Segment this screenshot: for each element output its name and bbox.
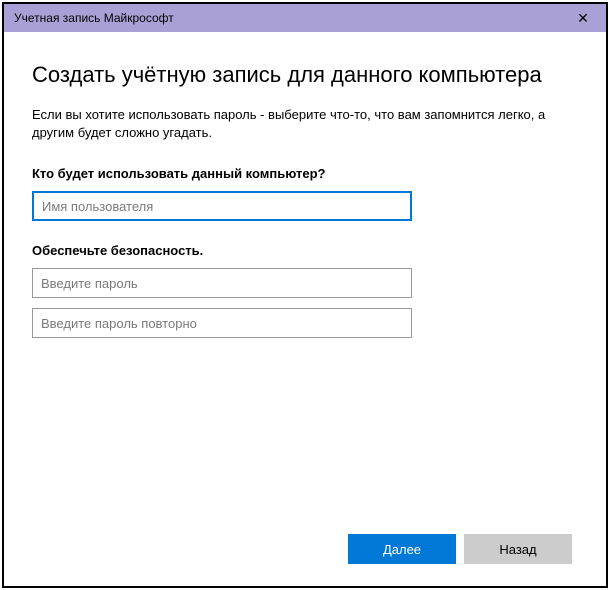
button-row: Далее Назад <box>32 534 578 564</box>
page-title: Создать учётную запись для данного компь… <box>32 62 578 88</box>
next-button[interactable]: Далее <box>348 534 456 564</box>
page-description: Если вы хотите использовать пароль - выб… <box>32 106 578 142</box>
username-group: Кто будет использовать данный компьютер? <box>32 166 578 221</box>
dialog-window: Учетная запись Майкрософт ✕ Создать учёт… <box>2 2 608 588</box>
confirm-password-input[interactable] <box>32 308 412 338</box>
username-input[interactable] <box>32 191 412 221</box>
password-group: Обеспечьте безопасность. <box>32 243 578 338</box>
back-button[interactable]: Назад <box>464 534 572 564</box>
dialog-content: Создать учётную запись для данного компь… <box>4 32 606 586</box>
titlebar-title: Учетная запись Майкрософт <box>14 11 174 25</box>
password-section-label: Обеспечьте безопасность. <box>32 243 578 258</box>
titlebar: Учетная запись Майкрософт ✕ <box>4 4 606 32</box>
password-input[interactable] <box>32 268 412 298</box>
close-button[interactable]: ✕ <box>568 8 598 28</box>
username-label: Кто будет использовать данный компьютер? <box>32 166 578 181</box>
close-icon: ✕ <box>577 10 589 27</box>
